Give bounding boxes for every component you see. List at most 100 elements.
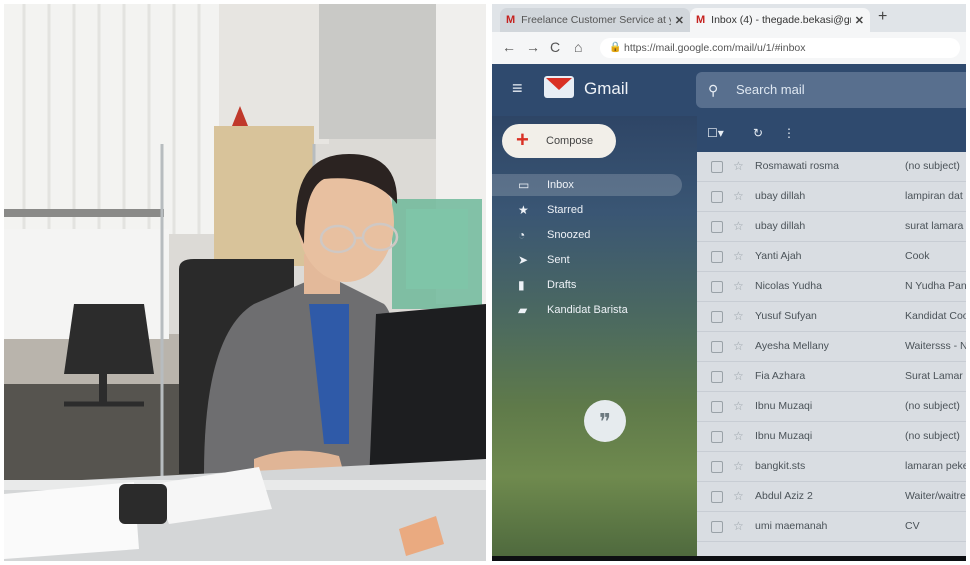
gmail-tab-icon: M [696,14,706,26]
email-sender: Yusuf Sufyan [755,310,817,322]
email-subject: (no subject) [905,430,960,442]
star-icon[interactable]: ☆ [733,159,744,173]
browser-tab-freelance[interactable]: M Freelance Customer Service at yc ✕ [500,8,690,32]
office-photo [4,4,486,561]
row-checkbox[interactable] [711,311,723,323]
email-sender: Yanti Ajah [755,250,802,262]
email-sender: Ibnu Muzaqi [755,400,813,412]
lock-icon: 🔒 [609,42,622,53]
email-subject: surat lamara [905,220,964,232]
row-checkbox[interactable] [711,341,723,353]
mail-toolbar: ☐▾ ↻ ⋮ [697,116,966,152]
table-row[interactable]: ☆ Yanti Ajah Cook [697,242,966,272]
table-row[interactable]: ☆ Nicolas Yudha N Yudha Pan [697,272,966,302]
star-icon[interactable]: ☆ [733,339,744,353]
sidebar-item-sent[interactable]: ➤ Sent [492,249,682,271]
clock-icon: ◔ [518,228,526,242]
star-icon[interactable]: ☆ [733,399,744,413]
sidebar-item-inbox[interactable]: ▭ Inbox [492,174,682,196]
hangouts-quote-icon[interactable]: ❞ [584,400,626,442]
forward-arrow-icon[interactable]: → [526,39,540,55]
new-tab-icon[interactable]: + [878,8,887,26]
star-icon[interactable]: ☆ [733,429,744,443]
search-input[interactable]: ⚲ Search mail [696,72,966,108]
row-checkbox[interactable] [711,191,723,203]
email-subject: lampiran dat [905,190,963,202]
row-checkbox[interactable] [711,521,723,533]
star-icon: ★ [518,203,529,217]
table-row[interactable]: ☆ bangkit.sts lamaran peke [697,452,966,482]
more-options-icon[interactable]: ⋮ [783,126,795,140]
email-subject: lamaran peke [905,460,966,472]
address-bar: ← → C ⌂ 🔒 https://mail.google.com/mail/u… [492,32,966,65]
sidebar-item-drafts[interactable]: ▮ Drafts [492,274,682,296]
sidebar-item-snoozed[interactable]: ◔ Snoozed [492,224,682,246]
sidebar-item-kandidat-barista[interactable]: ▰ Kandidat Barista [492,299,682,321]
star-icon[interactable]: ☆ [733,369,744,383]
gmail-brand: Gmail [584,79,629,98]
close-icon[interactable]: ✕ [855,14,864,27]
email-subject: Surat Lamar [905,370,963,382]
table-row[interactable]: ☆ Yusuf Sufyan Kandidat Coo [697,302,966,332]
email-subject: N Yudha Pan [905,280,966,292]
hamburger-menu-icon[interactable]: ≡ [512,78,523,99]
table-row[interactable]: ☆ Ayesha Mellany Waitersss - N [697,332,966,362]
file-icon: ▮ [518,278,525,292]
star-icon[interactable]: ☆ [733,489,744,503]
browser-tab-inbox[interactable]: M Inbox (4) - thegade.bekasi@gmai ✕ [690,8,870,32]
email-sender: ubay dillah [755,190,806,202]
table-row[interactable]: ☆ umi maemanah CV [697,512,966,542]
office-scene [4,4,486,561]
home-icon[interactable]: ⌂ [574,39,582,55]
email-subject: (no subject) [905,160,960,172]
table-row[interactable]: ☆ Rosmawati rosma (no subject) [697,152,966,182]
browser-window: M Freelance Customer Service at yc ✕ M I… [492,4,966,556]
url-field[interactable]: 🔒 https://mail.google.com/mail/u/1/#inbo… [600,38,960,58]
star-icon[interactable]: ☆ [733,249,744,263]
star-icon[interactable]: ☆ [733,309,744,323]
select-all-checkbox-icon[interactable]: ☐▾ [707,126,724,140]
row-checkbox[interactable] [711,461,723,473]
row-checkbox[interactable] [711,251,723,263]
close-icon[interactable]: ✕ [675,14,684,27]
search-icon: ⚲ [708,82,719,98]
tab-bar: M Freelance Customer Service at yc ✕ M I… [492,4,966,32]
table-row[interactable]: ☆ ubay dillah surat lamara [697,212,966,242]
row-checkbox[interactable] [711,281,723,293]
reload-icon[interactable]: C [550,39,560,55]
email-sender: Abdul Aziz 2 [755,490,813,502]
refresh-icon[interactable]: ↻ [753,126,763,140]
gmail-logo-icon[interactable] [544,76,574,98]
email-sender: bangkit.sts [755,460,806,472]
table-row[interactable]: ☆ ubay dillah lampiran dat [697,182,966,212]
row-checkbox[interactable] [711,491,723,503]
email-sender: Ayesha Mellany [755,340,829,352]
row-checkbox[interactable] [711,371,723,383]
send-icon: ➤ [518,253,529,267]
star-icon[interactable]: ☆ [733,219,744,233]
table-row[interactable]: ☆ Ibnu Muzaqi (no subject) [697,392,966,422]
label-icon: ▰ [518,303,528,317]
email-subject: (no subject) [905,400,960,412]
row-checkbox[interactable] [711,401,723,413]
star-icon[interactable]: ☆ [733,519,744,533]
star-icon[interactable]: ☆ [733,279,744,293]
table-row[interactable]: ☆ Fia Azhara Surat Lamar [697,362,966,392]
email-sender: Nicolas Yudha [755,280,822,292]
email-sender: Rosmawati rosma [755,160,840,172]
back-arrow-icon[interactable]: ← [502,39,516,55]
email-subject: Cook [905,250,930,262]
email-subject: CV [905,520,920,532]
star-icon[interactable]: ☆ [733,459,744,473]
plus-icon: + [516,127,529,152]
row-checkbox[interactable] [711,161,723,173]
table-row[interactable]: ☆ Ibnu Muzaqi (no subject) [697,422,966,452]
sidebar-item-starred[interactable]: ★ Starred [492,199,682,221]
table-row[interactable]: ☆ Abdul Aziz 2 Waiter/waitre [697,482,966,512]
row-checkbox[interactable] [711,431,723,443]
star-icon[interactable]: ☆ [733,189,744,203]
email-list: ☆ Rosmawati rosma (no subject) ☆ ubay dillah… [697,152,966,556]
compose-button[interactable]: + Compose [502,124,616,158]
row-checkbox[interactable] [711,221,723,233]
email-subject: Waiter/waitre [905,490,966,502]
